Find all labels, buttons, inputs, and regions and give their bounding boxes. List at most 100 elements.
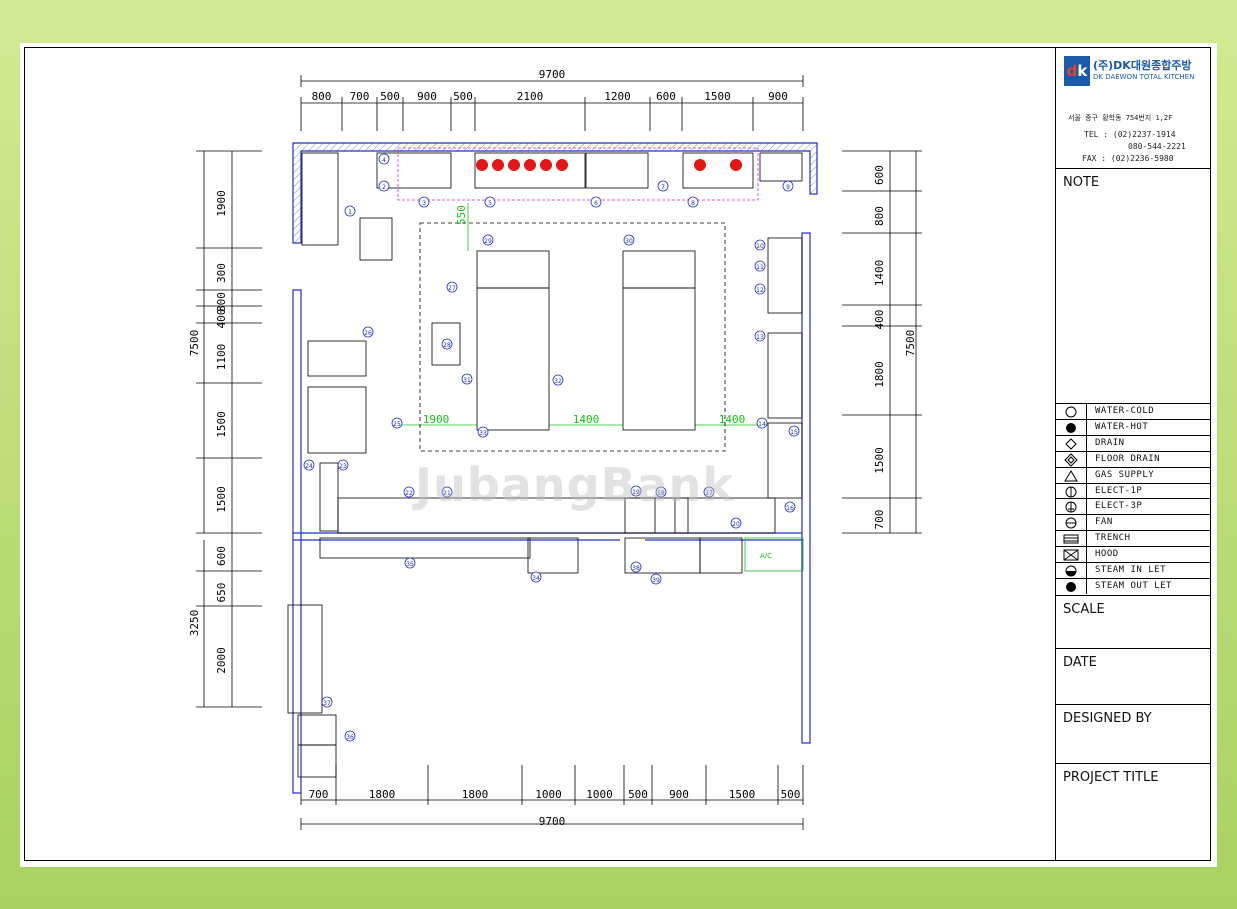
dim-left-segment: 1900 <box>215 190 228 217</box>
legend-row: WATER-COLD <box>1055 403 1211 419</box>
dim-bottom-segment: 500 <box>781 788 801 801</box>
legend-row: DRAIN <box>1055 434 1211 451</box>
dim-bottom-segment: 1800 <box>462 788 489 801</box>
elect-3p-icon <box>1055 499 1087 515</box>
dim-right-segment: 1400 <box>873 260 886 287</box>
dim-bottom-total: 9700 <box>539 815 566 828</box>
dim-top-segment: 600 <box>656 90 676 103</box>
dim-top-segment: 900 <box>768 90 788 103</box>
steam-outlet-icon <box>1055 578 1087 594</box>
dim-left-total: 3250 <box>188 610 201 637</box>
legend-row: ELECT-1P <box>1055 482 1211 499</box>
item-callout-number: 37 <box>323 700 331 707</box>
dim-top-segment: 700 <box>350 90 370 103</box>
kitchen-floor-plan: 12345 67891011121314151617181920212223242… <box>188 68 922 830</box>
item-callout-number: 2 <box>382 184 386 191</box>
item-callout-number: 33 <box>479 430 487 437</box>
item-callout-number: 25 <box>393 421 401 428</box>
dim-right-segment: 600 <box>873 165 886 185</box>
legend-row: FLOOR DRAIN <box>1055 450 1211 467</box>
steam-inlet-icon <box>1055 563 1087 578</box>
item-callout-number: 34 <box>532 575 540 582</box>
dim-right-segment: 700 <box>873 510 886 530</box>
item-callout-number: 1 <box>348 209 352 216</box>
dim-inner-aisle: 1400 <box>573 413 600 426</box>
scale-section: SCALE <box>1055 595 1211 648</box>
legend-row: WATER-HOT <box>1055 418 1211 435</box>
item-callout-number: 28 <box>443 342 451 349</box>
gas-burner-icon <box>556 159 568 171</box>
company-address: 서울 중구 황학동 754번지 1,2F <box>1068 114 1173 122</box>
dim-top-segment: 1200 <box>604 90 631 103</box>
item-callout-number: 15 <box>790 429 798 436</box>
hood-lines <box>397 147 759 201</box>
item-callout-number: 30 <box>625 238 633 245</box>
company-name-korean: (주)DK대원종합주방 <box>1093 59 1192 72</box>
dim-left-segment: 2000 <box>215 647 228 674</box>
designed-by-title: DESIGNED BY <box>1063 711 1152 726</box>
legend-label: FAN <box>1095 517 1113 528</box>
dim-right-segment: 400 <box>873 310 886 330</box>
designed-by-section: DESIGNED BY <box>1055 704 1211 763</box>
elect-1p-icon <box>1055 483 1087 499</box>
dim-bottom-segment: 500 <box>628 788 648 801</box>
trench-icon <box>1055 531 1087 547</box>
dim-left-segment: 400 <box>215 309 228 329</box>
item-callout-number: 12 <box>756 287 764 294</box>
item-callout-number: 5 <box>488 200 492 207</box>
dim-top-total: 9700 <box>539 68 566 81</box>
legend-label: STEAM OUT LET <box>1095 580 1172 591</box>
date-section: DATE <box>1055 648 1211 704</box>
item-callout-number: 31 <box>463 377 471 384</box>
legend-row: STEAM OUT LET <box>1055 577 1211 594</box>
dim-inner-aisle: 550 <box>455 205 468 225</box>
ac-label: A/C <box>760 552 772 560</box>
legend-label: ELECT-1P <box>1095 485 1143 496</box>
legend-row: STEAM IN LET <box>1055 562 1211 578</box>
gas-burner-icon <box>730 159 742 171</box>
dim-left-segment: 600 <box>215 546 228 566</box>
item-callout-number: 20 <box>732 521 740 528</box>
dim-right-total: 7500 <box>904 330 917 357</box>
item-callout-number: 36 <box>346 734 354 741</box>
dim-inner-aisle: 1400 <box>719 413 746 426</box>
item-callout-number: 29 <box>484 238 492 245</box>
gas-burner-icon <box>492 159 504 171</box>
dim-bottom-segment: 900 <box>669 788 689 801</box>
item-callout-number: 3 <box>422 200 426 207</box>
logo-mark: dk <box>1064 56 1090 86</box>
fan-icon <box>1055 515 1087 531</box>
legend-row: GAS SUPPLY <box>1055 466 1211 483</box>
dim-inner-aisle: 1900 <box>423 413 450 426</box>
company-fax: FAX : (02)2236-5980 <box>1082 154 1174 163</box>
dim-right-segment: 1500 <box>873 447 886 474</box>
gas-burner-icon <box>540 159 552 171</box>
company-tel2: 080-544-2221 <box>1128 142 1186 151</box>
dim-top-segment: 900 <box>417 90 437 103</box>
company-name-english: DK DAEWON TOTAL KITCHEN <box>1093 73 1195 81</box>
legend-label: TRENCH <box>1095 533 1131 544</box>
dim-right-segment: 1800 <box>873 361 886 388</box>
dim-top-segment: 1500 <box>704 90 731 103</box>
gas-burner-icon <box>694 159 706 171</box>
drawing-sheet: 1 2 3 4 5 6 7 8 9 10 11 12 13 14 15 16 17 18 19 20 21 22 23 24 2… <box>20 43 1217 867</box>
item-callout-number: 39 <box>652 577 660 584</box>
gas-supply-icon <box>1055 467 1087 483</box>
dim-left-total: 7500 <box>188 330 201 357</box>
item-callout-number: 23 <box>339 463 347 470</box>
item-callout-number: 13 <box>756 334 764 341</box>
item-callout-number: 10 <box>756 243 764 250</box>
item-callout-number: 6 <box>594 200 598 207</box>
item-callout-number: 32 <box>554 378 562 385</box>
item-callout-number: 35 <box>406 561 414 568</box>
dim-bottom-segment: 1500 <box>729 788 756 801</box>
dim-bottom-segment: 1800 <box>369 788 396 801</box>
dim-right-segment: 800 <box>873 206 886 226</box>
dim-left-segment: 1500 <box>215 411 228 438</box>
legend-label: ELECT-3P <box>1095 501 1143 512</box>
gas-burner-icon <box>524 159 536 171</box>
dim-bottom-segment: 700 <box>309 788 329 801</box>
legend-label: WATER-HOT <box>1095 421 1149 432</box>
item-callout-number: 24 <box>305 463 313 470</box>
floor-drain-icon <box>1055 451 1087 467</box>
